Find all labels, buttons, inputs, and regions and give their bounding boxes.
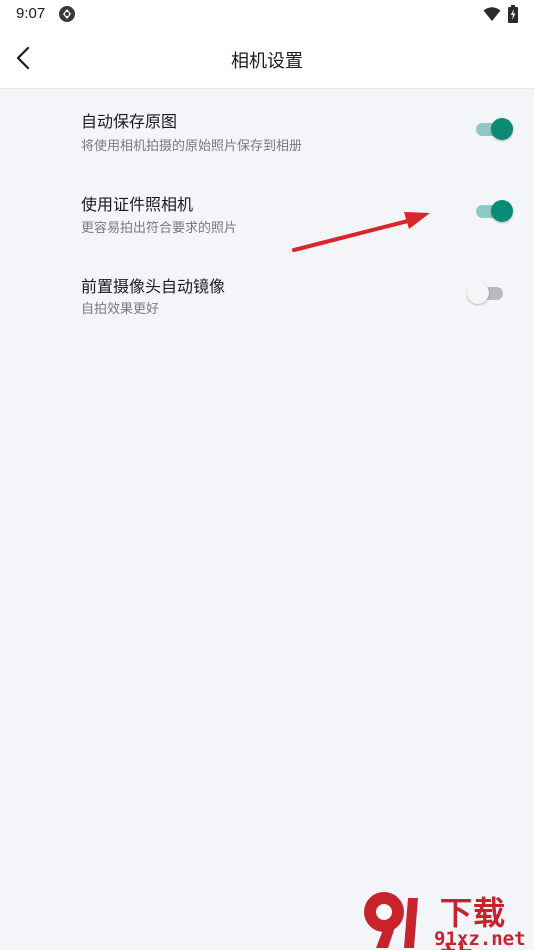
status-time: 9:07 <box>16 5 46 22</box>
setting-title: 使用证件照相机 <box>81 195 194 214</box>
watermark-domain: 91xz.net <box>434 928 526 950</box>
toggle-thumb <box>467 282 489 304</box>
setting-title: 自动保存原图 <box>81 112 178 131</box>
android-icon <box>59 6 75 22</box>
setting-description: 更容易拍出符合要求的照片 <box>81 221 238 236</box>
setting-row-auto-save-original[interactable]: 自动保存原图 将使用相机拍摄的原始照片保存到相册 <box>0 96 534 178</box>
setting-title: 前置摄像头自动镜像 <box>81 277 226 296</box>
battery-charging-icon <box>508 5 518 23</box>
setting-row-front-camera-mirror[interactable]: 前置摄像头自动镜像 自拍效果更好 <box>0 260 534 342</box>
toggle-thumb <box>491 118 513 140</box>
page-title: 相机设置 <box>231 51 303 72</box>
app-bar: 相机设置 <box>0 28 534 89</box>
auto-save-original-toggle[interactable] <box>474 117 514 141</box>
status-bar: 9:07 <box>0 0 534 28</box>
setting-description: 自拍效果更好 <box>81 302 160 317</box>
watermark: 下载站 91xz.net <box>358 888 534 950</box>
setting-row-id-photo-camera[interactable]: 使用证件照相机 更容易拍出符合要求的照片 <box>0 178 534 260</box>
wifi-icon <box>483 7 501 21</box>
setting-description: 将使用相机拍摄的原始照片保存到相册 <box>81 139 303 154</box>
toggle-thumb <box>491 200 513 222</box>
front-camera-mirror-toggle[interactable] <box>467 281 507 305</box>
watermark-logo-icon <box>364 892 418 948</box>
id-photo-camera-toggle[interactable] <box>474 199 514 223</box>
